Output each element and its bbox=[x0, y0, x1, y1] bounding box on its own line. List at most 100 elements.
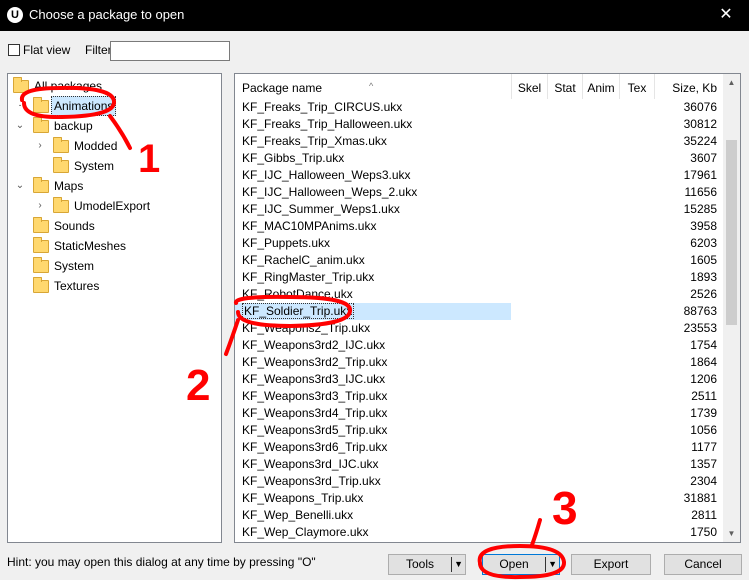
open-button[interactable]: Open ▼ bbox=[482, 554, 560, 575]
package-size-cell: 3958 bbox=[690, 219, 717, 233]
table-row[interactable]: KF_IJC_Halloween_Weps3.ukx 17961 bbox=[235, 167, 723, 184]
table-row[interactable]: KF_Weapons3rd4_Trip.ukx 1739 bbox=[235, 405, 723, 422]
tree-item-label: UmodelExport bbox=[74, 199, 151, 213]
tree-item-modded[interactable]: › Modded bbox=[13, 136, 213, 156]
tools-button-label: Tools bbox=[405, 557, 434, 571]
table-row[interactable]: KF_Weapons2_Trip.ukx 23553 bbox=[235, 320, 723, 337]
table-row[interactable]: KF_Weapons3rd2_Trip.ukx 1864 bbox=[235, 354, 723, 371]
folder-icon bbox=[33, 97, 49, 113]
tree-item-animations[interactable]: · Animations bbox=[13, 96, 213, 116]
tree-item-umodelexport[interactable]: › UmodelExport bbox=[13, 196, 213, 216]
table-row[interactable]: KF_Weapons3rd3_Trip.ukx 2511 bbox=[235, 388, 723, 405]
dropdown-arrow-icon[interactable]: ▼ bbox=[454, 555, 463, 574]
tree-item-sounds[interactable]: Sounds bbox=[13, 216, 213, 236]
cancel-button[interactable]: Cancel bbox=[664, 554, 742, 575]
table-row[interactable]: KF_Gibbs_Trip.ukx 3607 bbox=[235, 150, 723, 167]
column-header-package-name[interactable]: Package name ^ bbox=[235, 74, 512, 99]
table-row[interactable]: KF_Freaks_Trip_Xmas.ukx 35224 bbox=[235, 133, 723, 150]
table-row[interactable]: KF_Weapons_Trip.ukx 31881 bbox=[235, 490, 723, 507]
table-row[interactable]: KF_Wep_Claymore.ukx 1750 bbox=[235, 524, 723, 541]
chevron-right-icon[interactable]: › bbox=[35, 196, 45, 216]
package-name-cell: KF_Weapons3rd2_Trip.ukx bbox=[235, 354, 511, 371]
sort-ascending-icon: ^ bbox=[369, 81, 374, 91]
flat-view-checkbox[interactable] bbox=[8, 44, 20, 56]
column-header-tex[interactable]: Tex bbox=[620, 74, 655, 99]
package-size-cell: 2526 bbox=[690, 287, 717, 301]
export-button[interactable]: Export bbox=[571, 554, 651, 575]
table-row[interactable]: KF_Wep_Benelli.ukx 2811 bbox=[235, 507, 723, 524]
package-name-cell: KF_MAC10MPAnims.ukx bbox=[235, 218, 511, 235]
table-row[interactable]: KF_Freaks_Trip_CIRCUS.ukx 36076 bbox=[235, 99, 723, 116]
tree-item-backup-system[interactable]: System bbox=[13, 156, 213, 176]
package-name-cell: KF_Weapons3rd6_Trip.ukx bbox=[235, 439, 511, 456]
package-size-cell: 88763 bbox=[683, 304, 717, 318]
column-header-size[interactable]: Size, Kb bbox=[655, 74, 723, 99]
table-row[interactable]: KF_MAC10MPAnims.ukx 3958 bbox=[235, 218, 723, 235]
tree-item-all-packages[interactable]: All packages bbox=[13, 76, 213, 96]
table-row[interactable]: KF_Weapons3rd6_Trip.ukx 1177 bbox=[235, 439, 723, 456]
package-name-text: KF_Soldier_Trip.ukx bbox=[242, 303, 355, 319]
split-divider bbox=[545, 557, 546, 572]
table-row[interactable]: KF_Puppets.ukx 6203 bbox=[235, 235, 723, 252]
table-row[interactable]: KF_Weapons3rd5_Trip.ukx 1056 bbox=[235, 422, 723, 439]
filter-input[interactable] bbox=[110, 41, 230, 61]
table-row[interactable]: KF_Weapons3rd_Trip.ukx 2304 bbox=[235, 473, 723, 490]
tree-item-backup[interactable]: ⌄ backup bbox=[13, 116, 213, 136]
package-size-cell: 1177 bbox=[691, 440, 717, 454]
table-row[interactable]: KF_IJC_Summer_Weps1.ukx 15285 bbox=[235, 201, 723, 218]
package-name-text: KF_MAC10MPAnims.ukx bbox=[242, 219, 377, 233]
table-row[interactable]: KF_Weapons3rd3_IJC.ukx 1206 bbox=[235, 371, 723, 388]
package-list[interactable]: Package name ^ Skel Stat Anim Tex Size, … bbox=[234, 73, 741, 543]
package-name-text: KF_Weapons3rd5_Trip.ukx bbox=[242, 423, 388, 437]
table-row[interactable]: KF_Weapons3rd2_IJC.ukx 1754 bbox=[235, 337, 723, 354]
chevron-down-icon[interactable]: ⌄ bbox=[15, 176, 25, 196]
chevron-down-icon[interactable]: ⌄ bbox=[15, 116, 25, 136]
package-name-text: KF_Freaks_Trip_Halloween.ukx bbox=[242, 117, 413, 131]
tree-item-system[interactable]: System bbox=[13, 256, 213, 276]
chevron-right-icon[interactable]: › bbox=[35, 136, 45, 156]
package-name-cell: KF_IJC_Halloween_Weps_2.ukx bbox=[235, 184, 511, 201]
tree-item-textures[interactable]: Textures bbox=[13, 276, 213, 296]
table-row[interactable]: KF_IJC_Halloween_Weps_2.ukx 11656 bbox=[235, 184, 723, 201]
table-row[interactable]: KF_RobotDance.ukx 2526 bbox=[235, 286, 723, 303]
table-row[interactable]: KF_RingMaster_Trip.ukx 1893 bbox=[235, 269, 723, 286]
folder-icon bbox=[53, 137, 69, 153]
package-name-text: KF_IJC_Summer_Weps1.ukx bbox=[242, 202, 400, 216]
package-name-text: KF_Weapons2_Trip.ukx bbox=[242, 321, 371, 335]
tree-item-label: Animations bbox=[51, 96, 117, 116]
package-size-cell: 2304 bbox=[690, 474, 717, 488]
scroll-down-icon[interactable]: ▼ bbox=[723, 525, 740, 542]
table-row[interactable]: KF_Soldier_Trip.ukx 88763 bbox=[235, 303, 723, 320]
package-name-cell: KF_RachelC_anim.ukx bbox=[235, 252, 511, 269]
package-size-cell: 2811 bbox=[691, 508, 717, 522]
tree-item-label: Textures bbox=[54, 279, 100, 293]
scroll-up-icon[interactable]: ▲ bbox=[723, 74, 740, 91]
title-bar: U Choose a package to open ✕ bbox=[0, 0, 749, 31]
package-name-cell: KF_Weapons3rd3_Trip.ukx bbox=[235, 388, 511, 405]
package-tree[interactable]: All packages · Animations ⌄ backup › Mod… bbox=[7, 73, 222, 543]
column-header-stat[interactable]: Stat bbox=[548, 74, 583, 99]
folder-icon bbox=[33, 237, 49, 253]
table-row[interactable]: KF_Weapons3rd_IJC.ukx 1357 bbox=[235, 456, 723, 473]
package-name-text: KF_RobotDance.ukx bbox=[242, 287, 353, 301]
package-name-text: KF_Weapons_Trip.ukx bbox=[242, 491, 364, 505]
package-name-cell: KF_Weapons_Trip.ukx bbox=[235, 490, 511, 507]
dropdown-arrow-icon[interactable]: ▼ bbox=[548, 555, 557, 574]
table-row[interactable]: KF_RachelC_anim.ukx 1605 bbox=[235, 252, 723, 269]
package-size-cell: 1056 bbox=[690, 423, 717, 437]
column-header-skel[interactable]: Skel bbox=[512, 74, 548, 99]
tree-item-label: System bbox=[54, 259, 95, 273]
package-size-cell: 36076 bbox=[683, 100, 717, 114]
vertical-scrollbar[interactable]: ▲ ▼ bbox=[723, 74, 740, 542]
close-button[interactable]: ✕ bbox=[703, 0, 749, 31]
scroll-thumb[interactable] bbox=[726, 140, 737, 325]
tree-item-staticmeshes[interactable]: StaticMeshes bbox=[13, 236, 213, 256]
package-name-text: KF_Weapons3rd2_Trip.ukx bbox=[242, 355, 388, 369]
tree-item-maps[interactable]: ⌄ Maps bbox=[13, 176, 213, 196]
package-size-cell: 1864 bbox=[690, 355, 717, 369]
table-row[interactable]: KF_Freaks_Trip_Halloween.ukx 30812 bbox=[235, 116, 723, 133]
column-header-anim[interactable]: Anim bbox=[583, 74, 620, 99]
tools-button[interactable]: Tools ▼ bbox=[388, 554, 466, 575]
folder-icon bbox=[53, 197, 69, 213]
package-name-text: KF_Gibbs_Trip.ukx bbox=[242, 151, 345, 165]
